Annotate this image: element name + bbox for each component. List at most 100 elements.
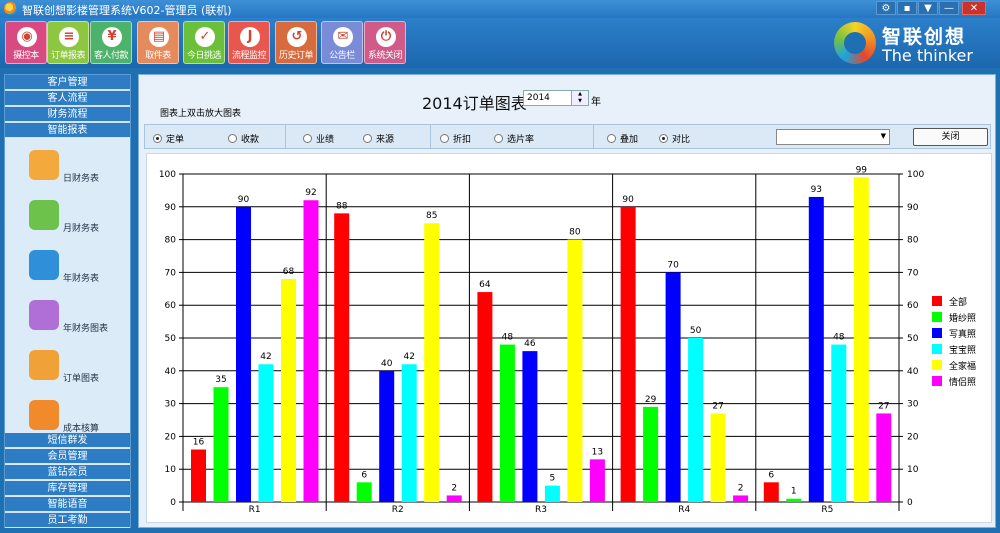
legend-item: 全家福 xyxy=(924,358,990,374)
sidebar-item-vip[interactable]: 蓝钻会员 xyxy=(5,465,130,480)
close-button[interactable]: 关闭 xyxy=(913,128,988,146)
data-label: 29 xyxy=(645,395,657,405)
option-group-type: 定单 收款 xyxy=(145,125,286,148)
radio-selection-rate[interactable]: 选片率 xyxy=(494,132,534,145)
bar xyxy=(808,196,824,502)
toolbar-button-8[interactable]: ⏻ 系统关闭 xyxy=(364,21,406,64)
skin-icon[interactable]: ▪ xyxy=(897,1,917,15)
radio-performance[interactable]: 业绩 xyxy=(303,132,334,145)
toolbar-button-4[interactable]: ✓ 今日挑选 xyxy=(183,21,225,64)
toolbar-button-label: 今日挑选 xyxy=(186,51,222,61)
x-tick-label: R5 xyxy=(821,505,833,515)
sidebar-item-finance-flow[interactable]: 财务流程 xyxy=(5,107,130,122)
toolbar-button-1[interactable]: ≡ 订单报表 xyxy=(47,21,89,64)
y-tick-label: 20 xyxy=(165,432,177,442)
report-item[interactable]: 年财务图表 xyxy=(29,300,125,338)
daily-finance-icon xyxy=(29,150,59,180)
bar xyxy=(446,495,462,502)
sidebar-item-inventory[interactable]: 库存管理 xyxy=(5,481,130,496)
brand-name-cn: 智联创想 xyxy=(882,26,967,48)
y-tick-label-right: 20 xyxy=(907,432,919,442)
legend-item: 情侣照 xyxy=(924,374,990,390)
y-tick-label-right: 50 xyxy=(907,334,919,344)
annual-chart-icon xyxy=(29,300,59,330)
data-label: 6 xyxy=(768,470,774,480)
bar xyxy=(522,351,538,502)
sidebar-item-attendance[interactable]: 员工考勤 xyxy=(5,513,130,528)
spin-down-icon[interactable]: ▼ xyxy=(572,98,588,105)
toolbar-button-label: 历史订单 xyxy=(278,51,314,61)
data-label: 68 xyxy=(283,267,295,277)
pickup-icon: ▤ xyxy=(149,27,169,47)
toolbar-button-label: 公告栏 xyxy=(329,51,355,61)
y-tick-label: 50 xyxy=(165,334,177,344)
x-tick-label: R3 xyxy=(535,505,547,515)
bar xyxy=(379,370,395,502)
year-input[interactable]: 2014 xyxy=(523,90,572,106)
year-unit-label: 年 xyxy=(591,97,601,108)
radio-stack[interactable]: 叠加 xyxy=(607,132,638,145)
toolbar-button-5[interactable]: J 流程监控 xyxy=(228,21,270,64)
data-label: 85 xyxy=(426,211,437,221)
bar xyxy=(763,482,779,502)
sidebar-item-sms[interactable]: 短信群发 xyxy=(5,433,130,448)
sidebar-item-voice[interactable]: 智能语音 xyxy=(5,497,130,512)
data-label: 48 xyxy=(833,333,845,343)
sidebar-item-members[interactable]: 会员管理 xyxy=(5,449,130,464)
toolbar-button-2[interactable]: ¥ 客人付款 xyxy=(90,21,132,64)
toolbar-button-6[interactable]: ↺ 历史订单 xyxy=(275,21,317,64)
brand-logo: 智联创想 The thinker xyxy=(834,20,994,66)
legend-label: 写真照 xyxy=(949,330,977,340)
radio-order[interactable]: 定单 xyxy=(153,132,184,145)
data-label: 16 xyxy=(193,438,205,448)
y-tick-label: 60 xyxy=(165,301,177,311)
sidebar-item-customer-mgmt[interactable]: 客户管理 xyxy=(5,75,130,90)
bar-chart[interactable]: 0 0 10 10 20 20 30 30 40 40 50 50 60 60 70 70 80 80 90 90 10… xyxy=(146,153,992,523)
report-item[interactable]: 订单图表 xyxy=(29,350,125,388)
y-tick-label-right: 70 xyxy=(907,268,919,278)
payment-icon: ¥ xyxy=(102,27,122,47)
minimize-button[interactable]: — xyxy=(939,1,959,15)
year-spinner[interactable]: ▲ ▼ xyxy=(571,90,589,106)
radio-discount[interactable]: 折扣 xyxy=(440,132,471,145)
report-item-label: 年财务图表 xyxy=(63,324,109,334)
bar xyxy=(477,292,493,502)
sidebar-item-guest-flow[interactable]: 客人流程 xyxy=(5,91,130,106)
y-tick-label: 70 xyxy=(165,268,177,278)
toolbar-button-label: 订单报表 xyxy=(50,51,86,61)
sidebar-item-smart-reports[interactable]: 智能报表 xyxy=(5,123,130,138)
legend-swatch xyxy=(932,344,942,354)
radio-payment[interactable]: 收款 xyxy=(228,132,259,145)
report-item[interactable]: 年财务表 xyxy=(29,250,125,288)
process-monitor-icon: J xyxy=(240,27,260,47)
toolbar-button-label: 取件表 xyxy=(145,51,171,61)
spin-up-icon[interactable]: ▲ xyxy=(572,91,588,98)
close-window-button[interactable]: ✕ xyxy=(962,1,986,15)
settings-icon[interactable]: ⚙ xyxy=(876,1,896,15)
chart-legend: 全部 婚纱照 写真照 宝宝照 全家福 情侣照 xyxy=(924,294,990,390)
bar xyxy=(733,495,749,502)
bar xyxy=(710,413,726,502)
y-tick-label: 90 xyxy=(165,203,177,213)
chevron-down-icon: ▼ xyxy=(880,132,886,140)
filter-dropdown[interactable]: ▼ xyxy=(776,129,890,145)
toolbar-button-3[interactable]: ▤ 取件表 xyxy=(137,21,179,64)
camera-icon: ◉ xyxy=(17,27,37,47)
title-bar: 智联创想影楼管理系统V602-管理员 (联机) ⚙ ▪ ▼ — ✕ xyxy=(0,0,1000,18)
toolbar-button-7[interactable]: ✉ 公告栏 xyxy=(321,21,363,64)
report-item[interactable]: 月财务表 xyxy=(29,200,125,238)
y-tick-label-right: 10 xyxy=(907,465,919,475)
notice-icon: ✉ xyxy=(333,27,353,47)
dropdown-icon[interactable]: ▼ xyxy=(918,1,938,15)
brand-name-en: The thinker xyxy=(882,46,973,65)
report-item[interactable]: 日财务表 xyxy=(29,150,125,188)
main-panel: 2014订单图表 2014 ▲ ▼ 年 图表上双击放大图表 定单 收款 业绩 来… xyxy=(138,74,996,528)
toolbar-button-0[interactable]: ◉ 摄控本 xyxy=(5,21,47,64)
radio-source[interactable]: 来源 xyxy=(363,132,394,145)
legend-label: 全家福 xyxy=(949,362,977,372)
bar xyxy=(786,498,802,502)
radio-compare[interactable]: 对比 xyxy=(659,132,690,145)
x-tick-label: R1 xyxy=(249,505,261,515)
legend-swatch xyxy=(932,328,942,338)
legend-item: 宝宝照 xyxy=(924,342,990,358)
